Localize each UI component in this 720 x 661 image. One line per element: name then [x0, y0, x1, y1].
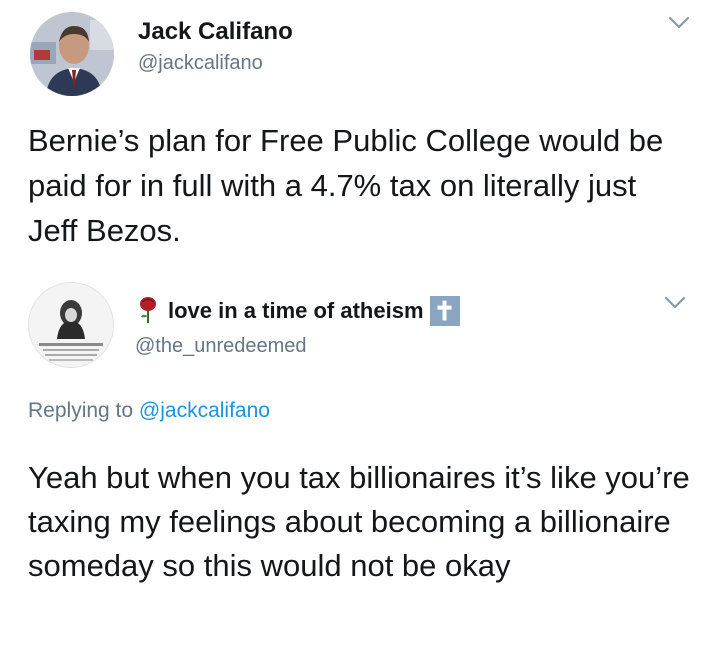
chevron-down-icon[interactable]: [668, 16, 690, 30]
author-name[interactable]: love in a time of atheism ✝: [168, 296, 460, 326]
cross-icon: ✝: [429, 296, 460, 326]
tweet-text: Yeah but when you tax billionaires it’s …: [28, 460, 690, 583]
author-name[interactable]: Jack Califano: [138, 18, 293, 46]
rose-icon: [140, 297, 156, 323]
avatar[interactable]: [30, 12, 114, 96]
author-handle[interactable]: @the_unredeemed: [135, 335, 307, 358]
avatar[interactable]: [28, 282, 114, 368]
author-handle[interactable]: @jackcalifano: [138, 52, 263, 75]
tweet-text: Bernie’s plan for Free Public College wo…: [28, 123, 664, 248]
author-name-text: love in a time of atheism: [168, 298, 424, 323]
tweet-original: Jack Califano @jackcalifano Bernie’s pla…: [0, 0, 720, 290]
avatar-photo: [29, 283, 113, 367]
replying-to-link[interactable]: @jackcalifano: [139, 399, 270, 422]
replying-prefix: Replying to: [28, 399, 139, 422]
chevron-down-icon[interactable]: [664, 296, 686, 310]
avatar-photo: [30, 12, 114, 96]
replying-to: Replying to @jackcalifano: [28, 399, 270, 423]
